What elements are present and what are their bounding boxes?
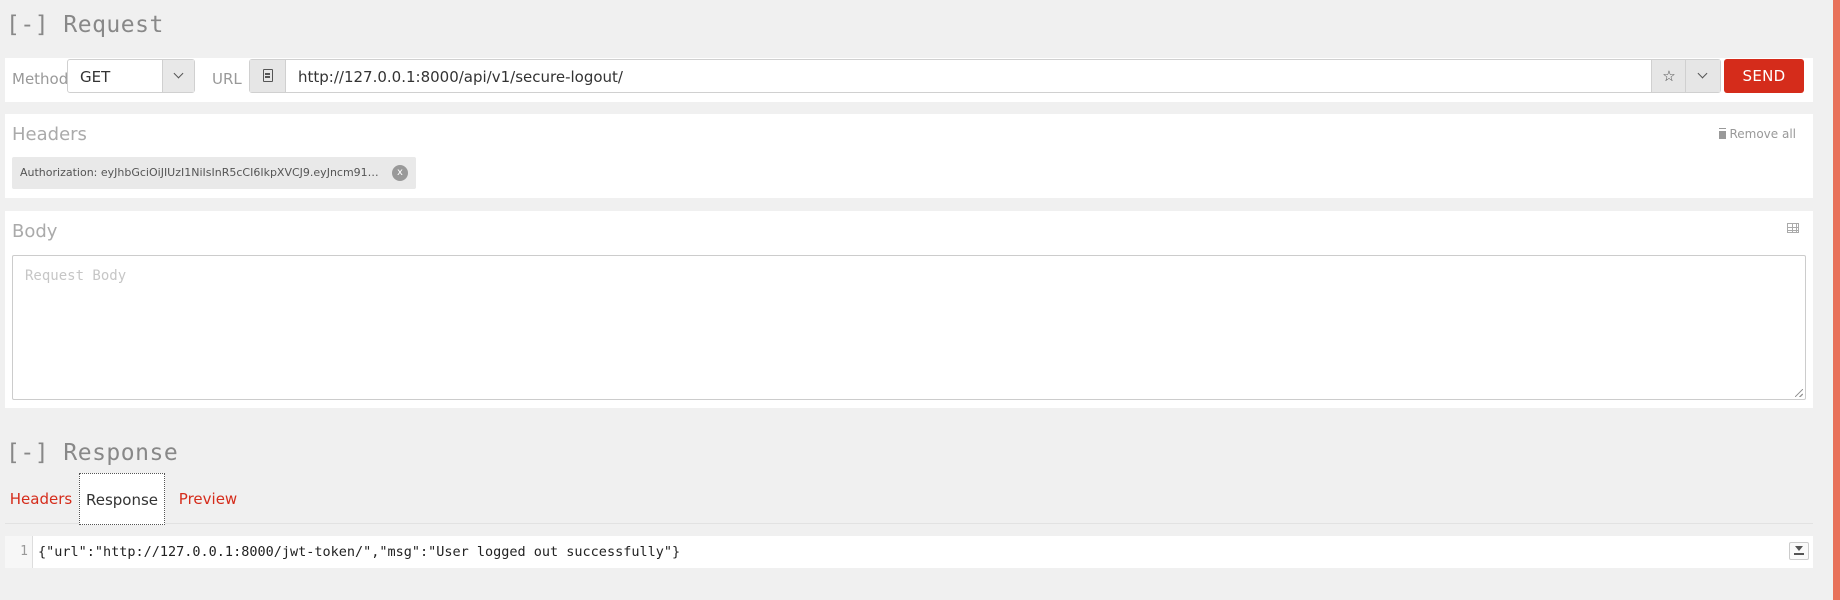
header-chip-text: Authorization: eyJhbGciOiJIUzI1NiIsInR5c… (20, 166, 382, 179)
tab-headers[interactable]: Headers (5, 473, 77, 523)
url-input[interactable]: http://127.0.0.1:8000/api/v1/secure-logo… (298, 68, 623, 86)
body-title: Body (12, 221, 58, 242)
header-chip[interactable]: Authorization: eyJhbGciOiJIUzI1NiIsInR5c… (12, 157, 416, 189)
request-body-textarea[interactable]: Request Body (12, 255, 1806, 400)
document-icon (263, 69, 273, 82)
response-section-toggle[interactable]: [-] Response (6, 440, 178, 466)
star-icon: ☆ (1662, 67, 1676, 85)
bookmark-button[interactable]: ☆ (1651, 60, 1686, 92)
line-number: 1 (5, 536, 33, 568)
chevron-down-icon (1697, 68, 1708, 79)
chevron-down-icon (173, 68, 184, 79)
remove-all-label: Remove all (1729, 127, 1796, 141)
page: [-] Request Method GET URL http://127.0.… (0, 0, 1840, 600)
url-label: URL (212, 70, 242, 88)
request-body-placeholder: Request Body (25, 268, 127, 284)
body-panel: Body Request Body (5, 211, 1813, 408)
tab-preview[interactable]: Preview (173, 473, 243, 523)
remove-header-button[interactable]: x (392, 165, 408, 181)
headers-title: Headers (12, 124, 87, 145)
remove-all-headers-button[interactable]: Remove all (1719, 127, 1796, 141)
table-icon[interactable] (1787, 223, 1799, 233)
right-edge-bar (1833, 0, 1840, 600)
response-body: 1 {"url":"http://127.0.0.1:8000/jwt-toke… (5, 536, 1813, 568)
url-type-button[interactable] (250, 60, 286, 92)
url-history-dropdown[interactable] (1685, 60, 1720, 92)
method-label: Method (12, 70, 69, 88)
response-content: {"url":"http://127.0.0.1:8000/jwt-token/… (38, 544, 681, 560)
download-icon[interactable] (1789, 542, 1809, 560)
trash-icon (1719, 129, 1727, 139)
resize-handle[interactable] (1795, 389, 1803, 397)
method-value: GET (80, 68, 111, 86)
headers-panel: Headers Remove all Authorization: eyJhbG… (5, 114, 1813, 198)
send-button[interactable]: SEND (1724, 59, 1804, 93)
method-dropdown-toggle[interactable] (162, 60, 194, 92)
tab-response[interactable]: Response (79, 473, 165, 525)
request-bar: Method GET URL http://127.0.0.1:8000/api… (5, 58, 1813, 102)
response-tabs: Headers Response Preview (5, 473, 1813, 525)
request-section-toggle[interactable]: [-] Request (6, 12, 164, 38)
url-input-group: http://127.0.0.1:8000/api/v1/secure-logo… (249, 59, 1721, 93)
method-select[interactable]: GET (67, 59, 195, 93)
